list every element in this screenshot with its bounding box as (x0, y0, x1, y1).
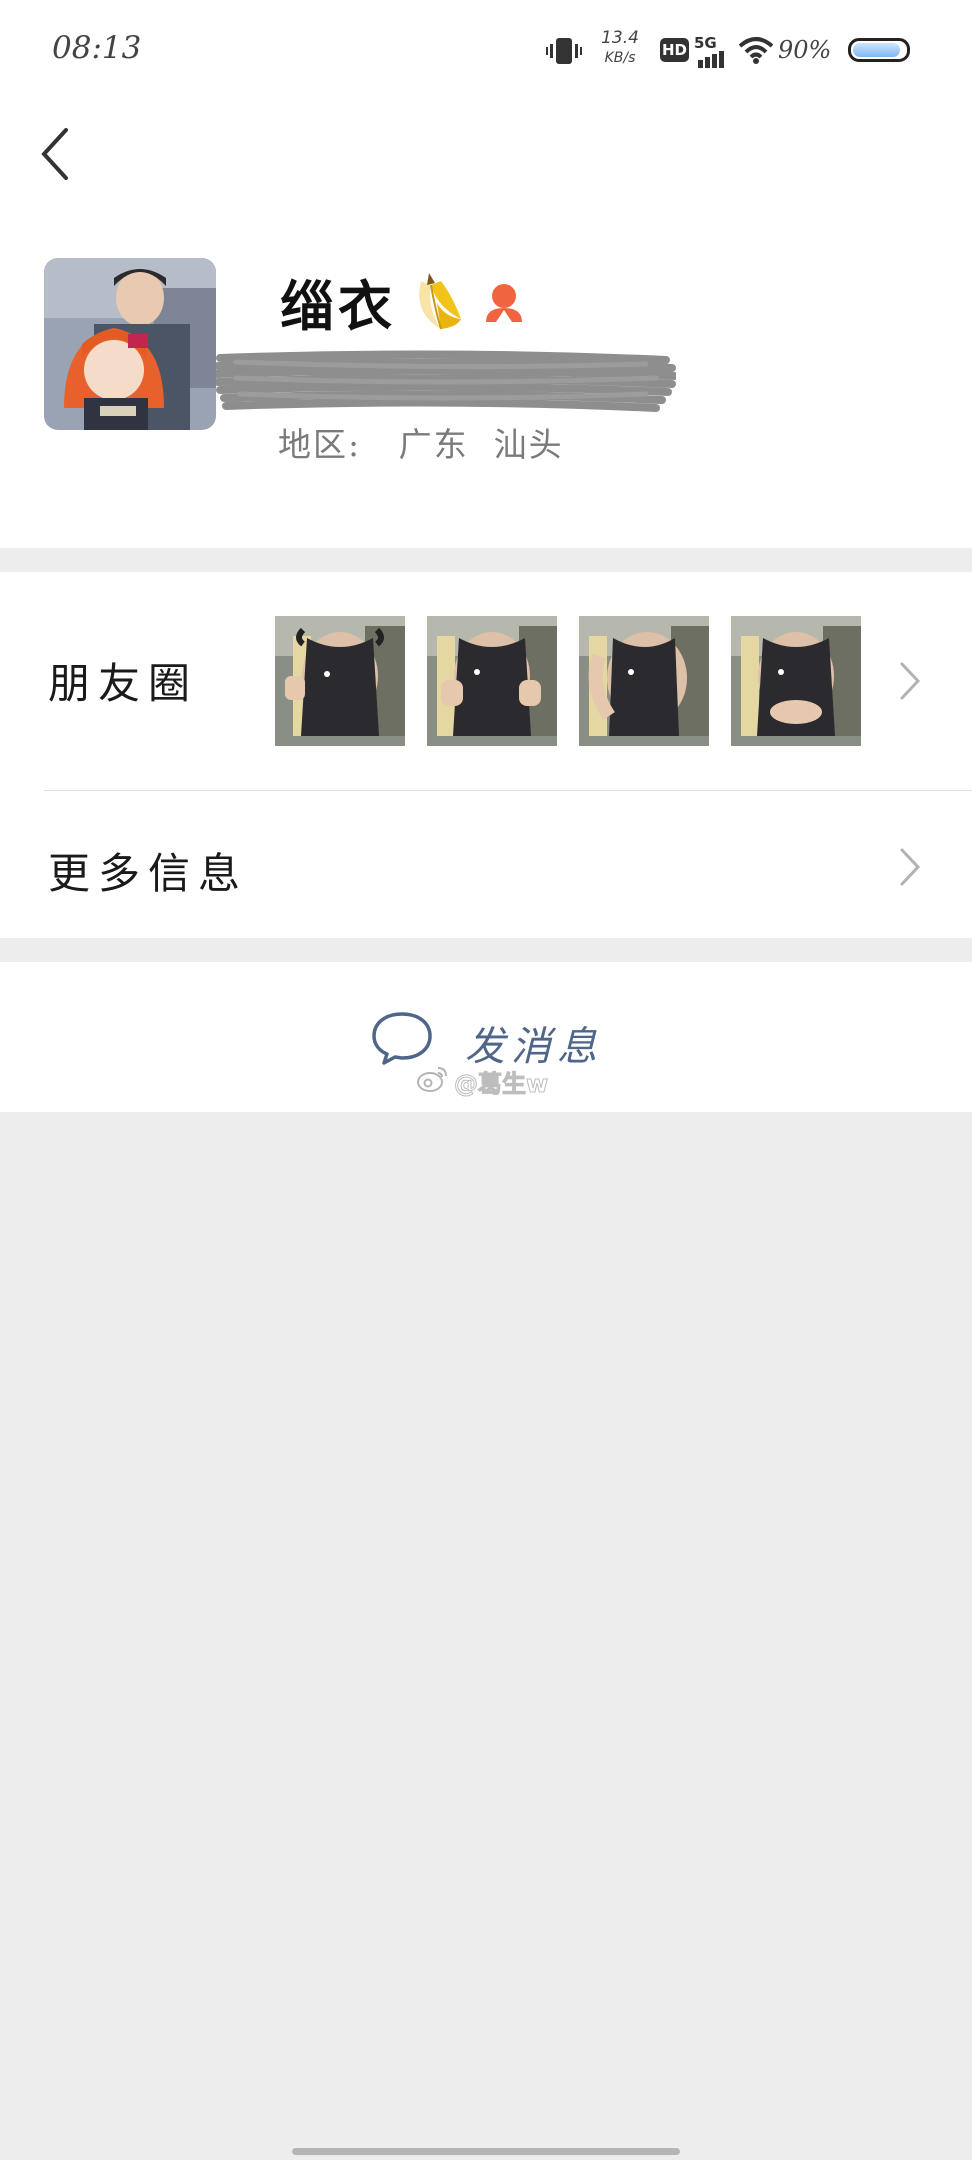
signal-icon (698, 51, 724, 68)
region-info: 地区: 广东 汕头 (278, 418, 564, 466)
status-bar: 08:13 13.4 KB/s HD 5G 90% (0, 0, 972, 100)
home-indicator[interactable] (292, 2148, 680, 2155)
moments-thumbnail[interactable] (275, 616, 405, 746)
status-time: 08:13 (52, 30, 142, 66)
network-speed-unit: KB/s (604, 50, 636, 66)
female-user-icon (486, 283, 523, 322)
chevron-right-icon (900, 848, 921, 886)
wifi-icon (738, 37, 774, 64)
moments-thumbnail[interactable] (427, 616, 557, 746)
more-info-label: 更多信息 (48, 849, 249, 898)
weibo-icon (417, 1067, 447, 1092)
redacted-wechat-id (216, 350, 676, 412)
vibrate-icon (546, 38, 582, 64)
moments-thumbnail[interactable] (731, 616, 861, 746)
avatar[interactable] (44, 258, 216, 430)
hd-badge: HD (660, 38, 689, 62)
region-label: 地区: (278, 425, 362, 464)
network-speed-value: 13.4 (601, 28, 639, 48)
chat-bubble-icon (372, 1012, 432, 1065)
profile-options-list: 朋友圈 更多信息 (0, 572, 972, 938)
profile-card: 缁衣 地区: 广东 汕头 (0, 100, 972, 548)
banana-icon (419, 272, 462, 329)
region-value: 广东 汕头 (398, 425, 564, 464)
battery-icon (848, 38, 910, 62)
moments-row[interactable]: 朋友圈 (0, 572, 972, 790)
moments-thumbnail[interactable] (579, 616, 709, 746)
more-info-row[interactable]: 更多信息 (0, 790, 972, 938)
action-section: 发消息 @葛生w (0, 962, 972, 1112)
moments-label: 朋友圈 (48, 659, 199, 708)
network-speed: 13.4 KB/s (598, 28, 642, 68)
chevron-left-icon[interactable] (36, 124, 76, 184)
nickname-row: 缁衣 (280, 262, 526, 338)
chevron-right-icon (900, 662, 921, 700)
battery-level (853, 43, 900, 57)
battery-percent: 90% (778, 36, 832, 64)
nickname: 缁衣 (280, 274, 396, 338)
contact-profile-screen: 08:13 13.4 KB/s HD 5G 90% 缁衣 地区: 广东 汕头 朋… (0, 0, 972, 2160)
watermark-text: @葛生w (453, 1070, 549, 1099)
